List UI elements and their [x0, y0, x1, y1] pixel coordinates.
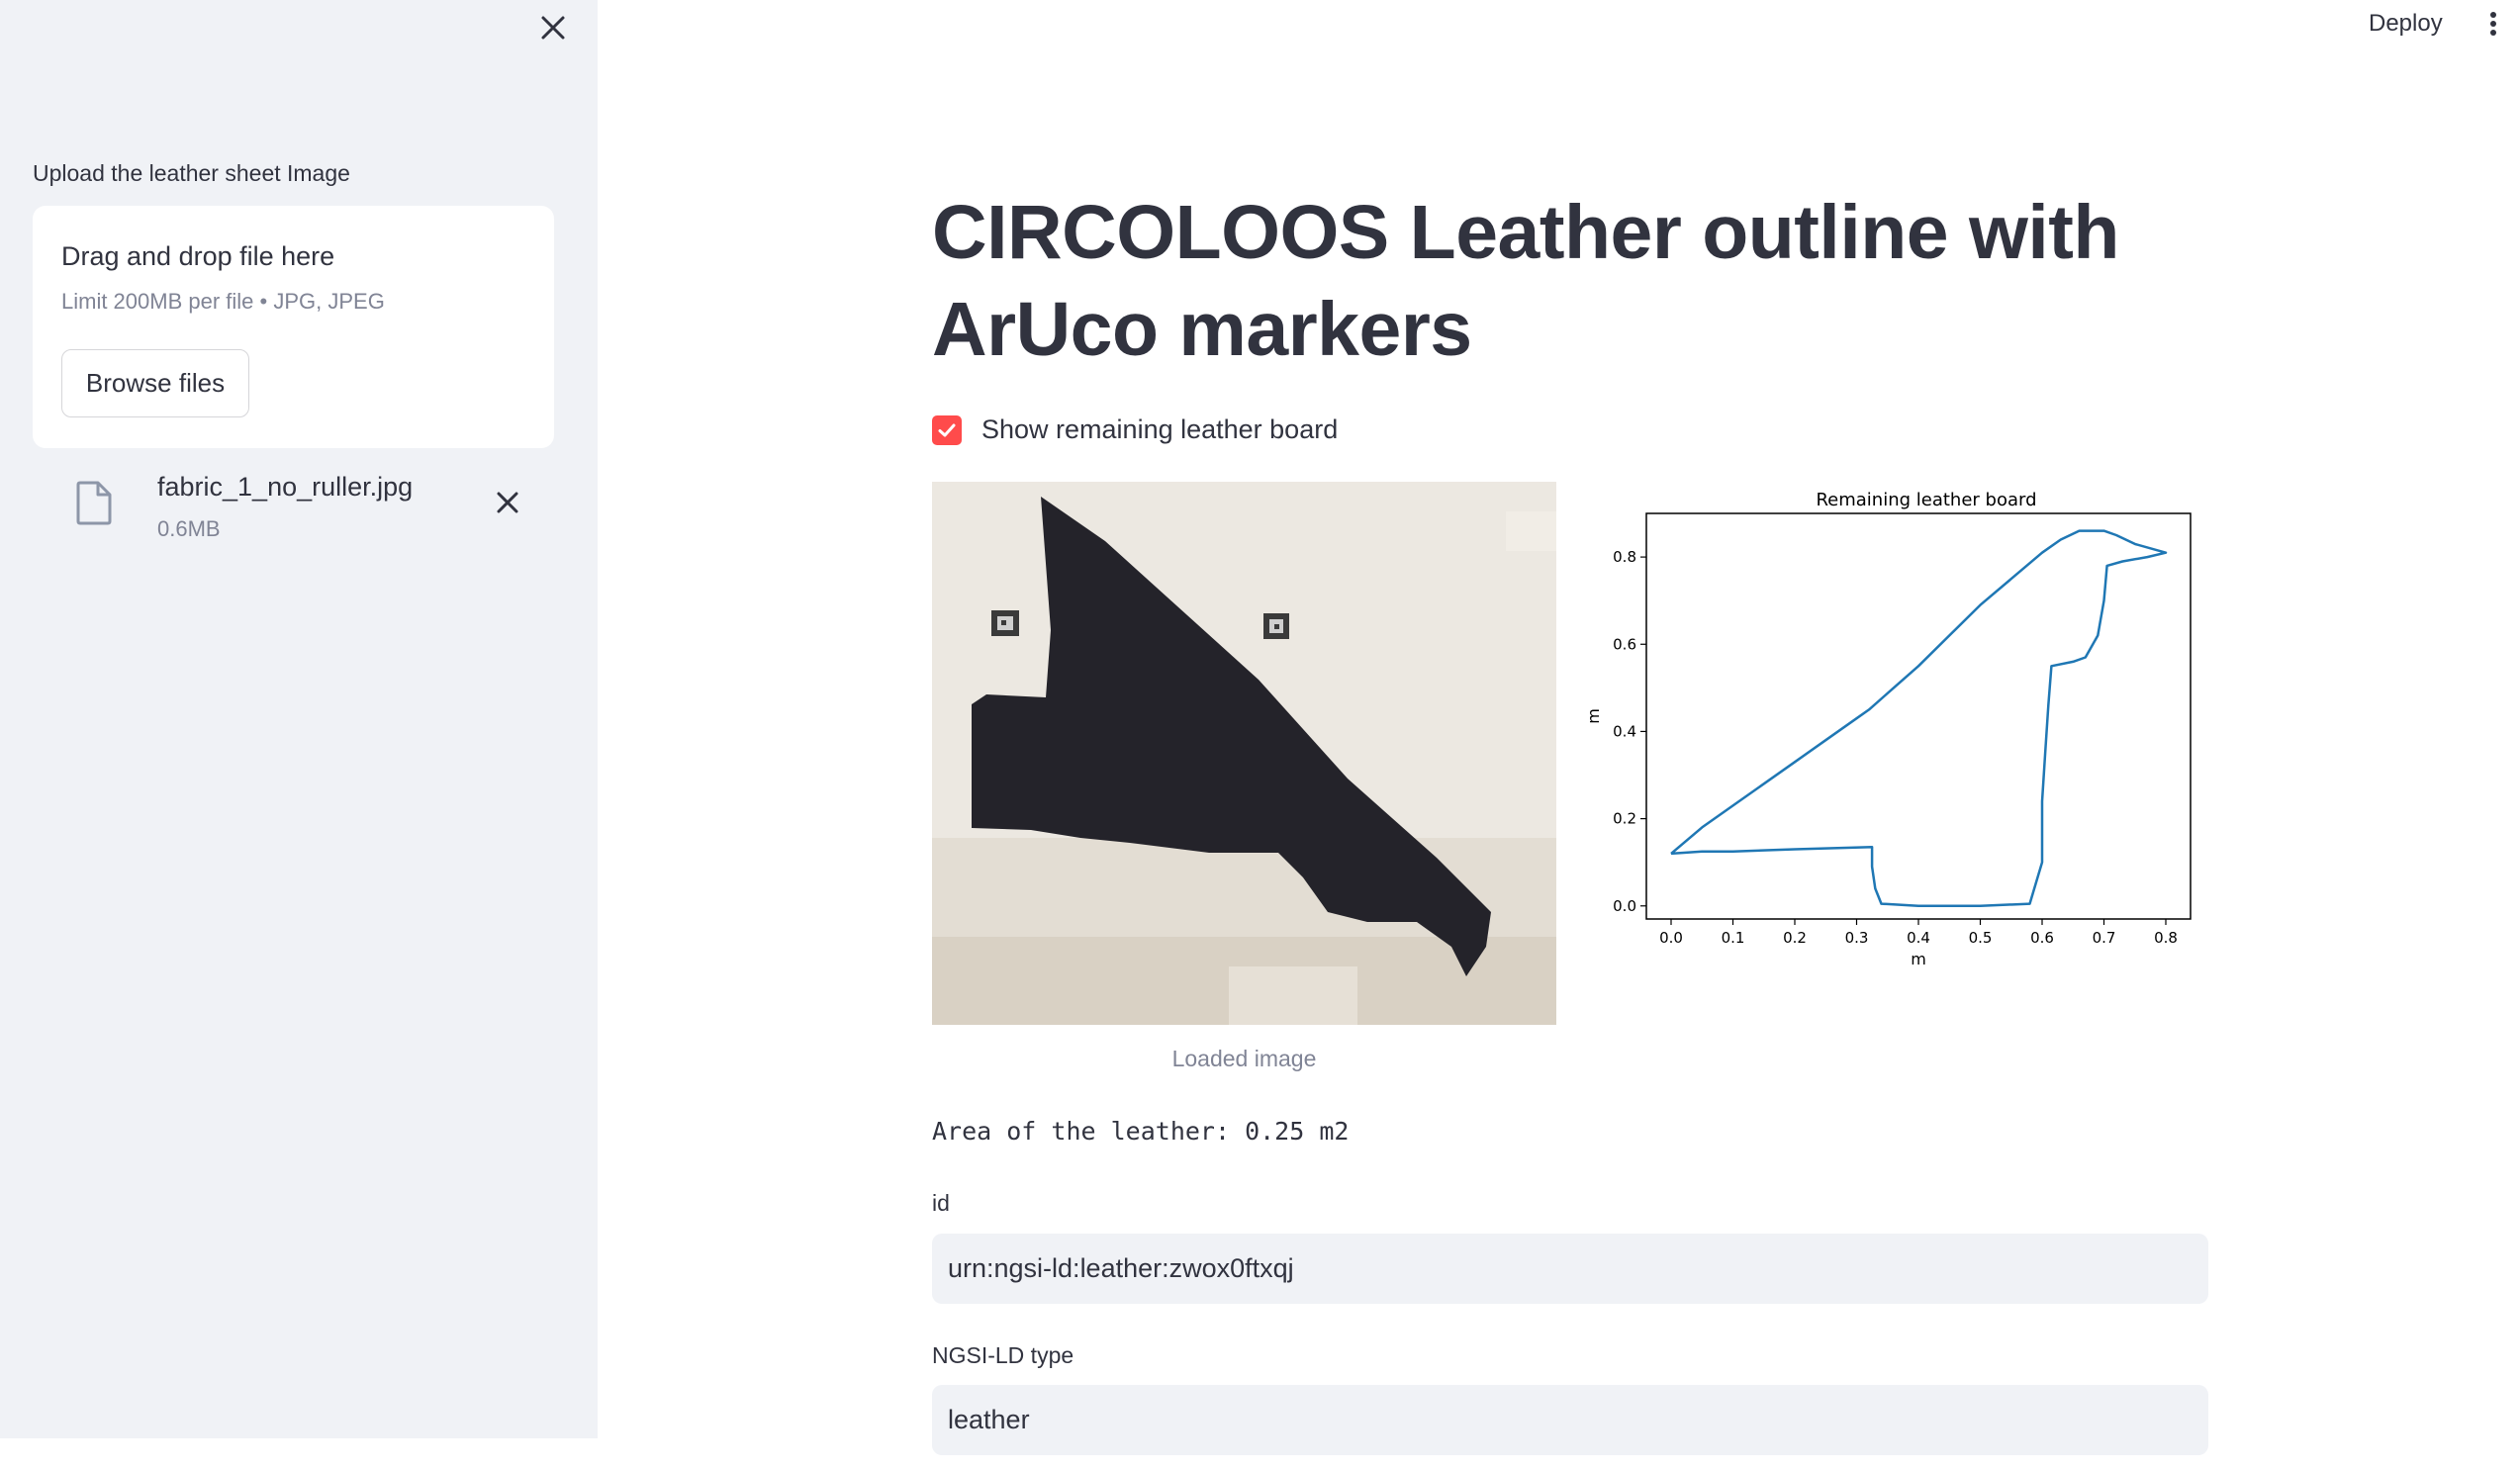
- x-tick-label: 0.3: [1845, 929, 1869, 947]
- x-tick-label: 0.0: [1659, 929, 1683, 947]
- remove-file-button[interactable]: [488, 483, 527, 522]
- loaded-image: [932, 482, 1556, 1025]
- type-input[interactable]: [932, 1385, 2208, 1455]
- id-label: id: [932, 1190, 950, 1216]
- x-tick-label: 0.1: [1722, 929, 1745, 947]
- x-tick-label: 0.5: [1969, 929, 1993, 947]
- y-tick-label: 0.6: [1613, 635, 1636, 653]
- close-icon: [541, 16, 565, 40]
- x-tick-label: 0.7: [2093, 929, 2116, 947]
- x-tick-label: 0.2: [1783, 929, 1807, 947]
- close-icon: [497, 492, 518, 513]
- file-size: 0.6MB: [157, 516, 221, 541]
- show-remaining-checkbox[interactable]: Show remaining leather board: [932, 414, 1338, 445]
- file-icon: [74, 480, 114, 530]
- y-tick-label: 0.0: [1613, 897, 1636, 915]
- dropzone-instructions: Drag and drop file here: [61, 241, 335, 271]
- chart-x-label: m: [1911, 950, 1926, 968]
- y-tick-label: 0.2: [1613, 810, 1636, 828]
- x-tick-label: 0.8: [2154, 929, 2178, 947]
- chart-frame: [1645, 512, 2192, 920]
- dropzone-limit: Limit 200MB per file • JPG, JPEG: [61, 289, 385, 314]
- chart-title: Remaining leather board: [1816, 490, 2036, 510]
- uploaded-file: fabric_1_no_ruller.jpg 0.6MB: [33, 457, 554, 546]
- y-tick-label: 0.4: [1613, 722, 1636, 740]
- main-menu-button[interactable]: [2473, 4, 2513, 44]
- chart-series-line: [1670, 529, 2168, 908]
- x-tick-label: 0.4: [1907, 929, 1930, 947]
- file-name: fabric_1_no_ruller.jpg: [157, 472, 414, 502]
- checkbox-checked[interactable]: [932, 414, 962, 445]
- remaining-board-chart: Remaining leather board 0.0 0.1 0.2 0.3 0.4 0…: [1585, 490, 2192, 968]
- image-caption: Loaded image: [1171, 1046, 1317, 1071]
- chart-y-label: m: [1585, 708, 1603, 724]
- y-tick-label: 0.8: [1613, 548, 1636, 566]
- file-dropzone[interactable]: Drag and drop file here Limit 200MB per …: [33, 206, 554, 448]
- upload-label: Upload the leather sheet Image: [33, 160, 350, 186]
- close-sidebar-button[interactable]: [533, 8, 573, 47]
- checkbox-label: Show remaining leather board: [981, 414, 1339, 444]
- browse-files-button[interactable]: Browse files: [61, 349, 249, 417]
- x-tick-label: 0.6: [2030, 929, 2054, 947]
- id-input[interactable]: [932, 1234, 2208, 1304]
- page-title: CIRCOLOOS Leather outline with ArUco mar…: [932, 190, 2119, 372]
- deploy-button[interactable]: Deploy: [2355, 4, 2457, 44]
- check-icon: [938, 423, 956, 436]
- sidebar: Upload the leather sheet Image Drag and …: [0, 0, 598, 1438]
- area-result: Area of the leather: 0.25 m2: [932, 1117, 1350, 1146]
- type-label: NGSI-LD type: [932, 1342, 1074, 1368]
- more-vertical-icon: [2490, 12, 2496, 36]
